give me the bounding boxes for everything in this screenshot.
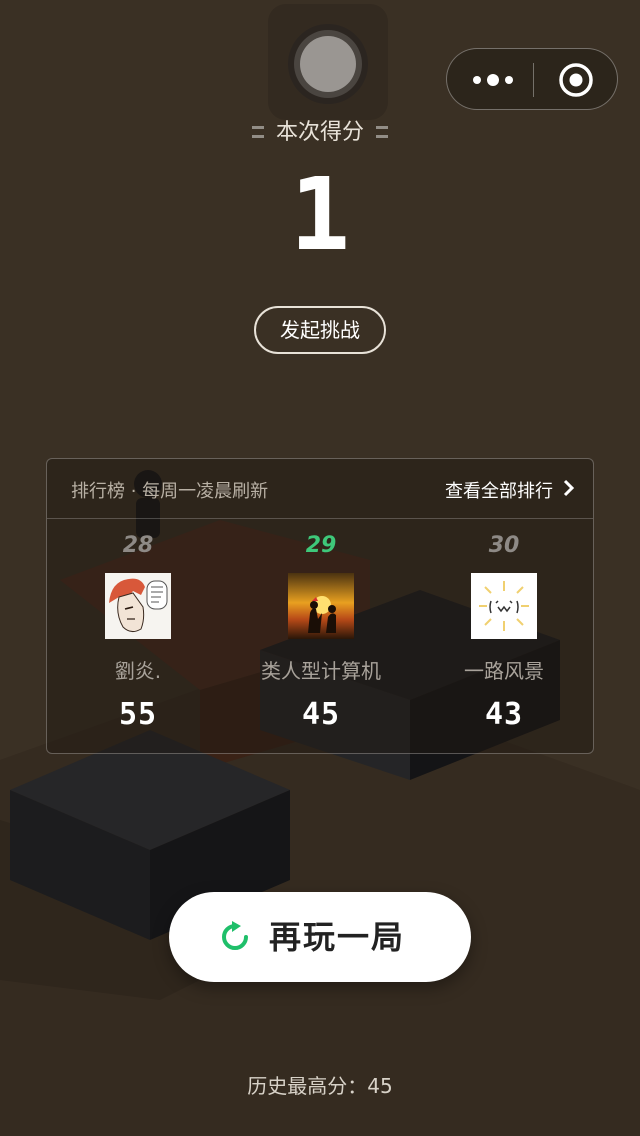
view-all-ranking-link[interactable]: 查看全部排行 [445,477,553,503]
player-name: 一路风景 [464,659,544,683]
score-label: 本次得分 [275,120,364,145]
manga-avatar-icon [105,573,171,639]
capsule-divider [533,63,534,97]
emoticon-avatar-icon [471,573,537,639]
leaderboard-panel: 排行榜 · 每周一凌晨刷新 查看全部排行 28 劉炎. 55 29 类人型计算机… [46,458,594,754]
player-name: 劉炎. [114,659,162,683]
score-label-row: 本次得分 [0,114,640,146]
leaderboard-title: 排行榜 · 每周一凌晨刷新 [71,481,269,502]
leaderboard-entry-me[interactable]: 29 类人型计算机 45 [230,531,412,732]
replay-button[interactable]: 再玩一局 [169,892,471,982]
right-bars-icon [376,126,388,138]
left-bars-icon [251,126,264,138]
leaderboard-entry[interactable]: 30 一路风景 43 [413,531,595,732]
rank-number: 30 [488,533,520,558]
current-score: 1 [289,156,351,273]
player-avatar-frame [268,4,388,120]
player-avatar-icon [288,24,368,104]
player-score: 45 [301,697,341,732]
more-dots-icon[interactable] [473,72,513,88]
close-miniprogram-icon[interactable] [558,62,594,98]
rank-number: 28 [122,533,154,558]
leaderboard-entry[interactable]: 28 劉炎. 55 [47,531,229,732]
challenge-button[interactable]: 发起挑战 [254,306,386,354]
leaderboard-header: 排行榜 · 每周一凌晨刷新 查看全部排行 [47,459,593,519]
chevron-right-icon[interactable] [563,479,575,497]
sunset-avatar-icon [288,573,354,639]
player-name: 类人型计算机 [261,659,381,683]
replay-label: 再玩一局 [269,918,406,956]
player-score: 43 [484,697,524,732]
player-score: 55 [118,697,158,732]
miniprogram-capsule [446,48,618,110]
replay-icon [222,921,248,950]
best-score-text: 历史最高分：45 [247,1074,393,1098]
rank-number: 29 [305,533,337,558]
